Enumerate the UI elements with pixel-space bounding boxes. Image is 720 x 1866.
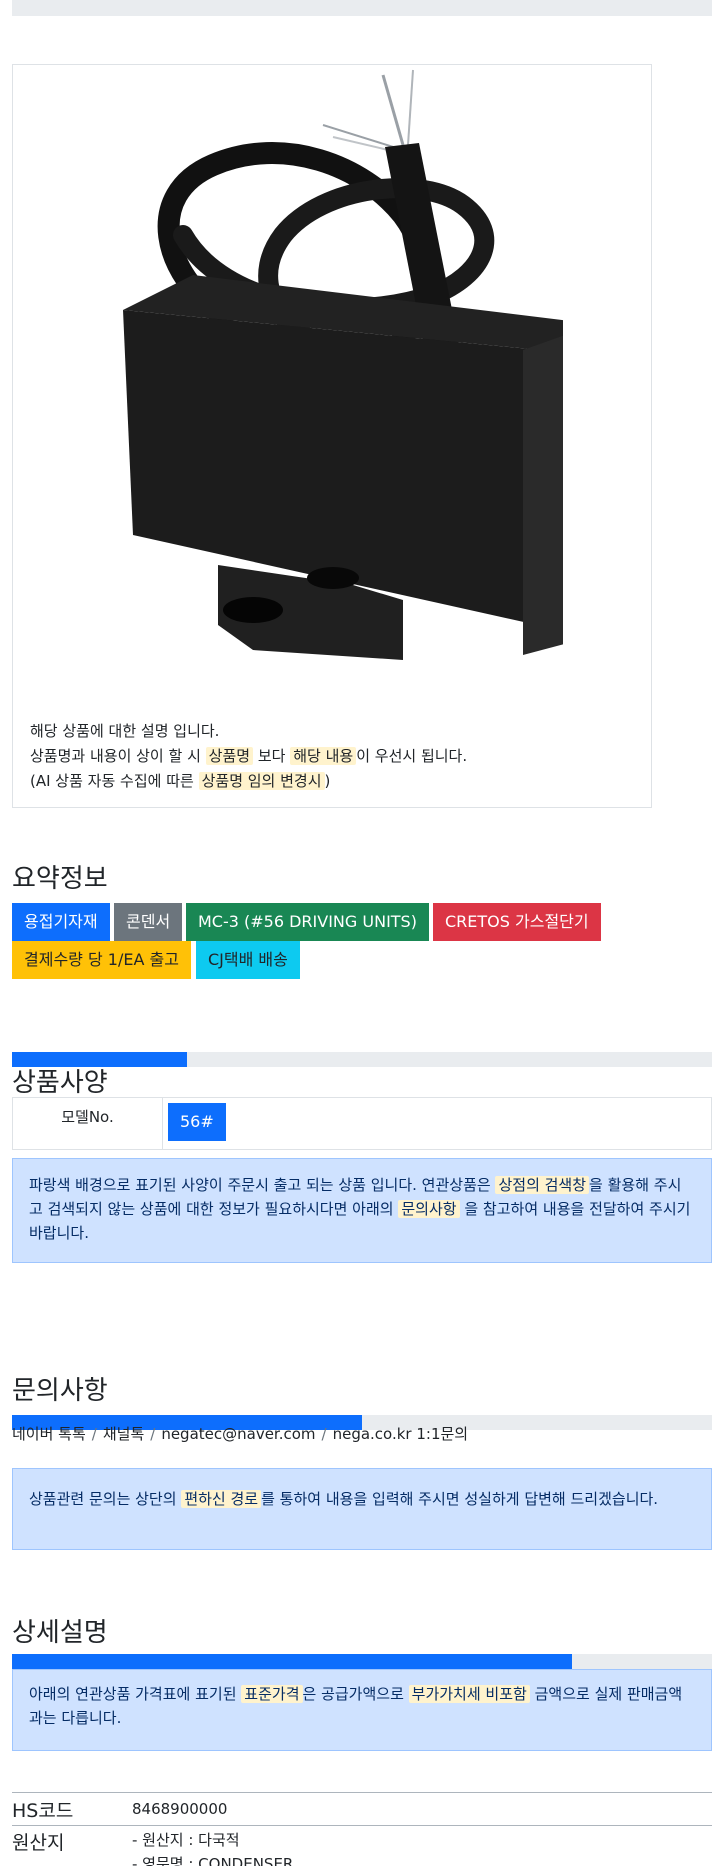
separator: / xyxy=(321,1425,327,1443)
contact-channel-talk[interactable]: 채널톡 xyxy=(103,1425,144,1443)
origin-english-name: - 영문명 : CONDENSER xyxy=(132,1855,294,1866)
origin-value: - 원산지 : 다국적 - 영문명 : CONDENSER xyxy=(132,1828,293,1866)
origin-country: - 원산지 : 다국적 xyxy=(132,1831,240,1849)
separator: / xyxy=(91,1425,97,1443)
spec-label-model: 모델No. xyxy=(13,1098,163,1149)
text-segment: 보다 xyxy=(257,747,286,765)
badge-compatible[interactable]: CRETOS 가스절단기 xyxy=(433,903,601,941)
highlight-inquiry: 문의사항 xyxy=(398,1200,460,1218)
top-progress-bar xyxy=(12,0,712,16)
contact-channels: 네이버 톡톡 / 채널톡 / negatec@naver.com / nega.co.kr … xyxy=(12,1423,468,1444)
origin-label: 원산지 xyxy=(12,1832,65,1854)
badge-category[interactable]: 용접기자재 xyxy=(12,903,110,941)
highlight-name-change: 상품명 임의 변경시 xyxy=(198,772,325,790)
progress-fill xyxy=(12,1654,572,1669)
text-segment: (AI 상품 자동 수집에 따른 xyxy=(30,772,194,790)
badge-quantity[interactable]: 결제수량 당 1/EA 출고 xyxy=(12,941,191,979)
text-segment: 상품관련 문의는 상단의 xyxy=(29,1490,177,1508)
detail-title: 상세설명 xyxy=(12,1618,108,1648)
specs-title: 상품사양 xyxy=(12,1068,108,1098)
text-segment: 이 우선시 됩니다. xyxy=(356,747,468,765)
highlight-content: 해당 내용 xyxy=(290,747,357,765)
hs-code-label: HS코드 xyxy=(12,1800,74,1822)
specs-notice: 파랑색 배경으로 표기된 사양이 주문시 출고 되는 상품 입니다. 연관상품은… xyxy=(12,1158,712,1263)
highlight-store-search: 상점의 검색창 xyxy=(495,1176,590,1194)
hs-code-row: HS코드 8468900000 xyxy=(12,1792,712,1824)
text-segment: 아래의 연관상품 가격표에 표기된 xyxy=(29,1685,237,1703)
spec-table: 모델No. 56# xyxy=(12,1097,712,1150)
separator: / xyxy=(150,1425,156,1443)
inquiry-notice: 상품관련 문의는 상단의 편하신 경로 를 통하여 내용을 입력해 주시면 성실하… xyxy=(12,1468,712,1550)
inquiry-title: 문의사항 xyxy=(12,1376,108,1406)
badge-subcategory[interactable]: 콘덴서 xyxy=(114,903,183,941)
text-segment: 파랑색 배경으로 표기된 사양이 주문시 출고 되는 상품 입니다. 연관상품은 xyxy=(29,1176,491,1194)
badge-model[interactable]: MC-3 (#56 DRIVING UNITS) xyxy=(186,903,429,941)
text-segment: 은 공급가액으로 xyxy=(302,1685,404,1703)
description-line-1: 해당 상품에 대한 설명 입니다. xyxy=(30,722,220,740)
origin-row: 원산지 - 원산지 : 다국적 - 영문명 : CONDENSER xyxy=(12,1825,712,1866)
badge-shipping[interactable]: CJ택배 배송 xyxy=(196,941,300,979)
text-segment: ) xyxy=(324,772,331,790)
description-line-2: 상품명과 내용이 상이 할 시 상품명 보다 해당 내용 이 우선시 됩니다. xyxy=(30,744,467,769)
contact-naver-talk[interactable]: 네이버 톡톡 xyxy=(12,1425,86,1443)
summary-title: 요약정보 xyxy=(12,864,108,894)
text-segment: 를 통하여 내용을 입력해 주시면 성실하게 답변해 드리겠습니다. xyxy=(261,1490,659,1508)
detail-progress-bar xyxy=(12,1654,712,1669)
product-description: 해당 상품에 대한 설명 입니다. 상품명과 내용이 상이 할 시 상품명 보다… xyxy=(30,719,467,794)
hs-code-value: 8468900000 xyxy=(132,1800,228,1818)
description-line-3: (AI 상품 자동 수집에 따른 상품명 임의 변경시) xyxy=(30,769,467,794)
text-segment: 상품명과 내용이 상이 할 시 xyxy=(30,747,201,765)
specs-progress-bar xyxy=(12,1052,712,1067)
highlight-vat-excluded: 부가가치세 비포함 xyxy=(408,1685,530,1703)
contact-email[interactable]: negatec@naver.com xyxy=(161,1425,315,1443)
highlight-standard-price: 표준가격 xyxy=(241,1685,303,1703)
product-description-card: 해당 상품에 대한 설명 입니다. 상품명과 내용이 상이 할 시 상품명 보다… xyxy=(12,64,652,808)
contact-website-inquiry[interactable]: nega.co.kr 1:1문의 xyxy=(333,1425,469,1443)
highlight-preferred-route: 편하신 경로 xyxy=(181,1490,262,1508)
highlight-product-name: 상품명 xyxy=(205,747,254,765)
product-image xyxy=(123,69,563,660)
spec-value-model[interactable]: 56# xyxy=(168,1103,226,1141)
detail-notice: 아래의 연관상품 가격표에 표기된 표준가격 은 공급가액으로 부가가치세 비포함… xyxy=(12,1669,712,1751)
